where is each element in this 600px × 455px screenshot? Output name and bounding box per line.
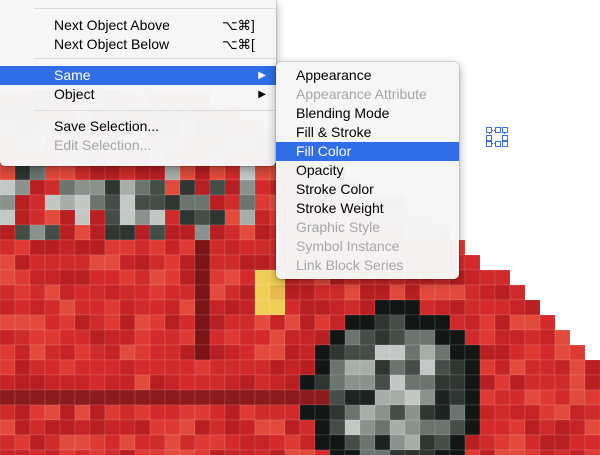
menu-item-label: Opacity — [296, 162, 344, 178]
submenu-arrow-icon: ▶ — [258, 89, 266, 100]
menu-item-label: Edit Selection... — [54, 137, 152, 153]
menu-item-label: Same — [54, 67, 91, 83]
menu-item-label: Stroke Weight — [296, 200, 384, 216]
menu-item-label: Fill Color — [296, 143, 352, 159]
menu-separator — [34, 110, 276, 111]
menu-item-label: Graphic Style — [296, 219, 381, 235]
resize-handle-bottom[interactable] — [495, 141, 501, 147]
menu-item-label: Appearance — [296, 67, 372, 83]
submenu-item-graphic-style: Graphic Style — [276, 218, 459, 237]
resize-handle-top-right[interactable] — [502, 127, 508, 133]
selection-bounding-box[interactable] — [486, 127, 508, 147]
menu-item-label: Link Block Series — [296, 257, 404, 273]
menu-item-label: Stroke Color — [296, 181, 374, 197]
submenu-item-stroke-weight[interactable]: Stroke Weight — [276, 199, 459, 218]
submenu-item-fill-and-stroke[interactable]: Fill & Stroke — [276, 123, 459, 142]
menu-item-shortcut: ⌥⌘] — [222, 18, 255, 33]
menu-item-edit-selection: Edit Selection... — [0, 136, 276, 155]
submenu-item-blending-mode[interactable]: Blending Mode — [276, 104, 459, 123]
resize-handle-bottom-right[interactable] — [502, 141, 508, 147]
menu-item-label: Save Selection... — [54, 118, 160, 134]
resize-handle-top-left[interactable] — [486, 127, 492, 133]
menu-item-label: Next Object Above — [54, 17, 170, 33]
menu-separator — [34, 58, 276, 59]
submenu-item-appearance-attribute: Appearance Attribute — [276, 85, 459, 104]
menu-item-shortcut: ⌥⌘[ — [222, 37, 255, 52]
submenu-item-symbol-instance: Symbol Instance — [276, 237, 459, 256]
menu-item-same[interactable]: Same ▶ — [0, 66, 276, 85]
resize-handle-bottom-left[interactable] — [486, 141, 492, 147]
resize-handle-top[interactable] — [495, 127, 501, 133]
menu-item-label: Blending Mode — [296, 105, 390, 121]
submenu-arrow-icon: ▶ — [258, 70, 266, 81]
menu-item-next-object-above[interactable]: Next Object Above ⌥⌘] — [0, 16, 276, 35]
menu-item-next-object-below[interactable]: Next Object Below ⌥⌘[ — [0, 35, 276, 54]
submenu-item-stroke-color[interactable]: Stroke Color — [276, 180, 459, 199]
menu-item-label: Symbol Instance — [296, 238, 400, 254]
submenu-item-appearance[interactable]: Appearance — [276, 66, 459, 85]
menu-separator — [34, 8, 276, 9]
menu-item-label: Fill & Stroke — [296, 124, 372, 140]
menu-item-object[interactable]: Object ▶ — [0, 85, 276, 104]
menu-item-save-selection[interactable]: Save Selection... — [0, 117, 276, 136]
submenu-item-fill-color[interactable]: Fill Color — [276, 142, 459, 161]
submenu-item-link-block-series: Link Block Series — [276, 256, 459, 275]
menu-item-label: Next Object Below — [54, 36, 170, 52]
select-menu: Next Object Above ⌥⌘] Next Object Below … — [0, 0, 276, 166]
same-submenu: Appearance Appearance Attribute Blending… — [276, 62, 459, 279]
menu-item-label: Object — [54, 86, 95, 102]
submenu-item-opacity[interactable]: Opacity — [276, 161, 459, 180]
menu-item-label: Appearance Attribute — [296, 86, 427, 102]
